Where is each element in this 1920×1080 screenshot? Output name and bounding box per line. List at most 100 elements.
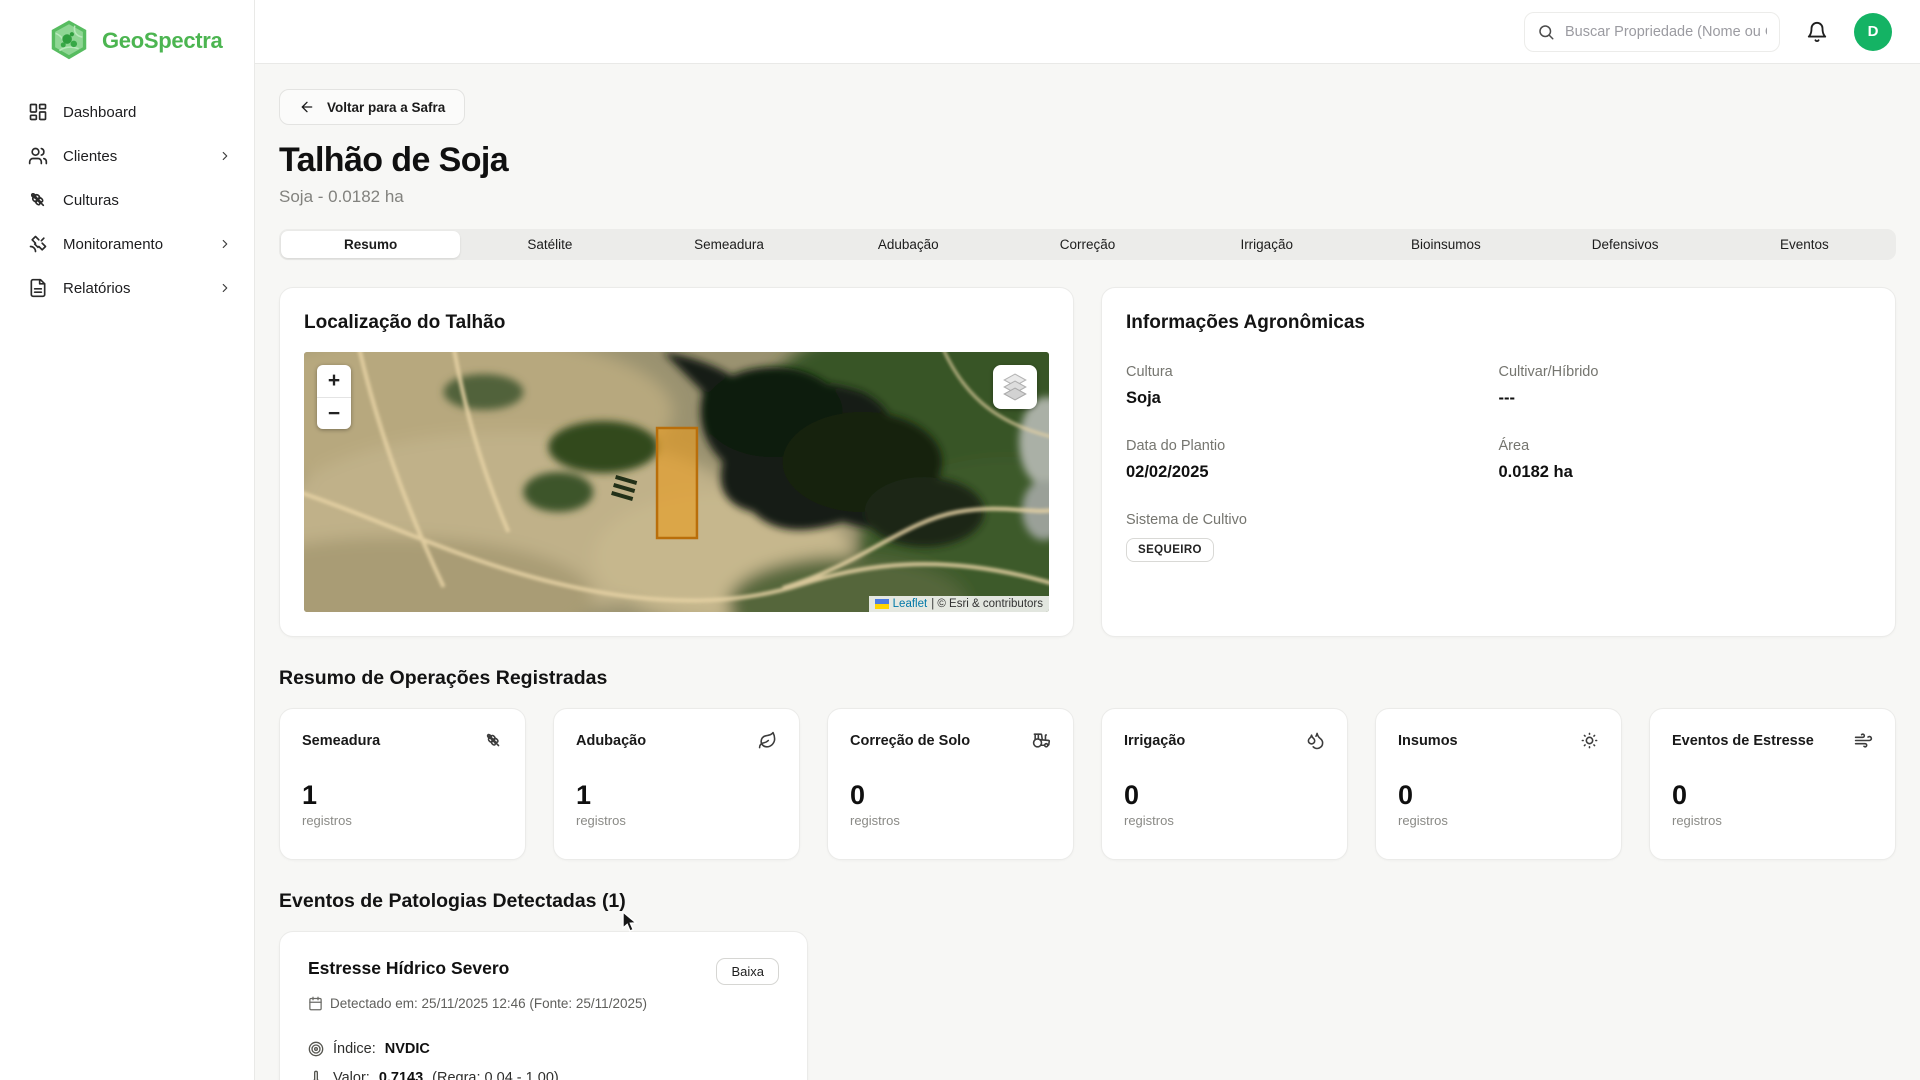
sidebar-nav: Dashboard Clientes Culturas Monitoramento Re… bbox=[0, 90, 254, 310]
sidebar-item-dashboard[interactable]: Dashboard bbox=[0, 90, 254, 134]
leaflet-link[interactable]: Leaflet bbox=[893, 598, 928, 610]
severity-badge: Baixa bbox=[716, 958, 779, 985]
agronomic-card-title: Informações Agronômicas bbox=[1126, 312, 1365, 333]
field-data-plantio: Data do Plantio 02/02/2025 bbox=[1126, 438, 1499, 482]
leaf-icon bbox=[758, 731, 777, 750]
sidebar-item-monitoramento[interactable]: Monitoramento bbox=[0, 222, 254, 266]
operation-card-title: Adubação bbox=[576, 732, 647, 749]
user-avatar[interactable]: D bbox=[1854, 12, 1892, 51]
tab-irrigacao[interactable]: Irrigação bbox=[1177, 231, 1356, 258]
field-value: 02/02/2025 bbox=[1126, 463, 1209, 481]
operation-count: 0 bbox=[850, 780, 866, 810]
operations-grid: Semeadura 1 registros Adubação 1 registros Cor… bbox=[279, 708, 1896, 860]
field-sistema-cultivo: Sistema de Cultivo SEQUEIRO bbox=[1126, 512, 1499, 562]
field-value: --- bbox=[1498, 389, 1515, 407]
brand-logo: GeoSpectra bbox=[0, 0, 254, 90]
tab-semeadura[interactable]: Semeadura bbox=[639, 231, 818, 258]
field-label: Cultura bbox=[1126, 364, 1173, 380]
pathology-event-card: Estresse Hídrico Severo Baixa Detectado … bbox=[279, 931, 808, 1080]
page-content: Voltar para a Safra Talhão de Soja Soja … bbox=[255, 64, 1920, 1080]
operation-count: 1 bbox=[302, 780, 318, 810]
operation-card-title: Semeadura bbox=[302, 732, 381, 749]
chevron-right-icon bbox=[218, 281, 232, 295]
operation-unit: registros bbox=[850, 813, 900, 828]
tab-resumo[interactable]: Resumo bbox=[281, 231, 461, 258]
field-polygon bbox=[655, 426, 699, 540]
sidebar-item-relatorios[interactable]: Relatórios bbox=[0, 266, 254, 310]
field-value: 0.0182 ha bbox=[1498, 463, 1573, 481]
location-card-title: Localização do Talhão bbox=[304, 312, 506, 333]
field-label: Sistema de Cultivo bbox=[1126, 512, 1247, 528]
dashboard-icon bbox=[28, 102, 48, 122]
page-subtitle: Soja - 0.0182 ha bbox=[279, 187, 404, 206]
tab-defensivos[interactable]: Defensivos bbox=[1536, 231, 1715, 258]
operation-count: 0 bbox=[1398, 780, 1414, 810]
satellite-map[interactable]: + − Leaflet | © Esri & contributors bbox=[304, 352, 1049, 612]
layers-button[interactable] bbox=[993, 365, 1037, 409]
zoom-in-button[interactable]: + bbox=[317, 365, 351, 397]
sidebar-item-culturas[interactable]: Culturas bbox=[0, 178, 254, 222]
tab-adubacao[interactable]: Adubação bbox=[819, 231, 998, 258]
pathologies-section-title: Eventos de Patologias Detectadas (1) bbox=[279, 890, 626, 912]
tab-satelite[interactable]: Satélite bbox=[460, 231, 639, 258]
tab-bioinsumos[interactable]: Bioinsumos bbox=[1356, 231, 1535, 258]
layers-icon bbox=[1003, 373, 1027, 401]
search-input[interactable] bbox=[1565, 23, 1767, 40]
event-title: Estresse Hídrico Severo bbox=[308, 958, 510, 978]
field-label: Cultivar/Híbrido bbox=[1498, 364, 1599, 380]
index-value: NVDIC bbox=[384, 1041, 430, 1057]
calendar-icon bbox=[308, 996, 323, 1011]
brand-name: GeoSpectra bbox=[102, 28, 223, 53]
wind-icon bbox=[1854, 731, 1873, 750]
map-zoom-control: + − bbox=[317, 365, 351, 429]
operation-unit: registros bbox=[1672, 813, 1722, 828]
field-cultivar: Cultivar/Híbrido --- bbox=[1499, 364, 1872, 408]
notifications-bell-icon[interactable] bbox=[1806, 21, 1828, 43]
sidebar-item-clientes[interactable]: Clientes bbox=[0, 134, 254, 178]
page-title: Talhão de Soja bbox=[279, 141, 509, 179]
file-text-icon bbox=[28, 278, 48, 298]
zoom-out-button[interactable]: − bbox=[317, 397, 351, 429]
operation-count: 0 bbox=[1672, 780, 1688, 810]
hexagon-logo-icon bbox=[51, 20, 87, 60]
topbar: D bbox=[255, 0, 1920, 64]
droplets-icon bbox=[1306, 731, 1325, 750]
tab-bar: Resumo Satélite Semeadura Adubação Correção I… bbox=[279, 229, 1896, 260]
operation-unit: registros bbox=[576, 813, 626, 828]
field-cultura: Cultura Soja bbox=[1126, 364, 1499, 408]
operation-unit: registros bbox=[1398, 813, 1448, 828]
operation-card-irrigacao: Irrigação 0 registros bbox=[1101, 708, 1348, 860]
event-index-row: Índice: NVDIC bbox=[308, 1041, 779, 1057]
thermometer-icon bbox=[308, 1070, 324, 1080]
attribution-text: | © Esri & contributors bbox=[931, 598, 1043, 610]
sidebar: GeoSpectra Dashboard Clientes Culturas Moni… bbox=[0, 0, 255, 1080]
wheat-icon bbox=[484, 731, 503, 750]
tab-eventos[interactable]: Eventos bbox=[1715, 231, 1894, 258]
back-button[interactable]: Voltar para a Safra bbox=[279, 89, 466, 125]
operation-count: 1 bbox=[576, 780, 592, 810]
field-label: Área bbox=[1498, 438, 1530, 454]
operation-card-correcao-de-solo: Correção de Solo 0 registros bbox=[827, 708, 1074, 860]
search-icon bbox=[1537, 23, 1555, 41]
operation-card-insumos: Insumos 0 registros bbox=[1375, 708, 1622, 860]
tab-correcao[interactable]: Correção bbox=[998, 231, 1177, 258]
index-label: Índice: bbox=[333, 1041, 376, 1057]
sidebar-item-label: Culturas bbox=[63, 191, 119, 209]
satellite-imagery bbox=[304, 352, 1049, 612]
wheat-icon bbox=[28, 190, 48, 210]
users-icon bbox=[28, 146, 48, 166]
ukraine-flag-icon bbox=[874, 599, 889, 609]
cultivation-system-badge: SEQUEIRO bbox=[1126, 538, 1214, 562]
chevron-right-icon bbox=[218, 149, 232, 163]
operations-section-title: Resumo de Operações Registradas bbox=[279, 667, 608, 689]
operation-card-adubacao: Adubação 1 registros bbox=[553, 708, 800, 860]
app-window: GeoSpectra Dashboard Clientes Culturas Moni… bbox=[0, 0, 1920, 1080]
location-card: Localização do Talhão + − Leaflet | © Es… bbox=[279, 287, 1074, 637]
search-box[interactable] bbox=[1524, 11, 1780, 52]
main-area: D Voltar para a Safra Talhão de Soja Soj… bbox=[255, 0, 1920, 1080]
operation-card-eventos-de-estresse: Eventos de Estresse 0 registros bbox=[1649, 708, 1896, 860]
sidebar-item-label: Clientes bbox=[63, 147, 118, 165]
map-attribution: Leaflet | © Esri & contributors bbox=[868, 596, 1049, 612]
operation-card-title: Irrigação bbox=[1124, 732, 1186, 749]
agronomic-info-card: Informações Agronômicas Cultura Soja Cul… bbox=[1101, 287, 1896, 637]
